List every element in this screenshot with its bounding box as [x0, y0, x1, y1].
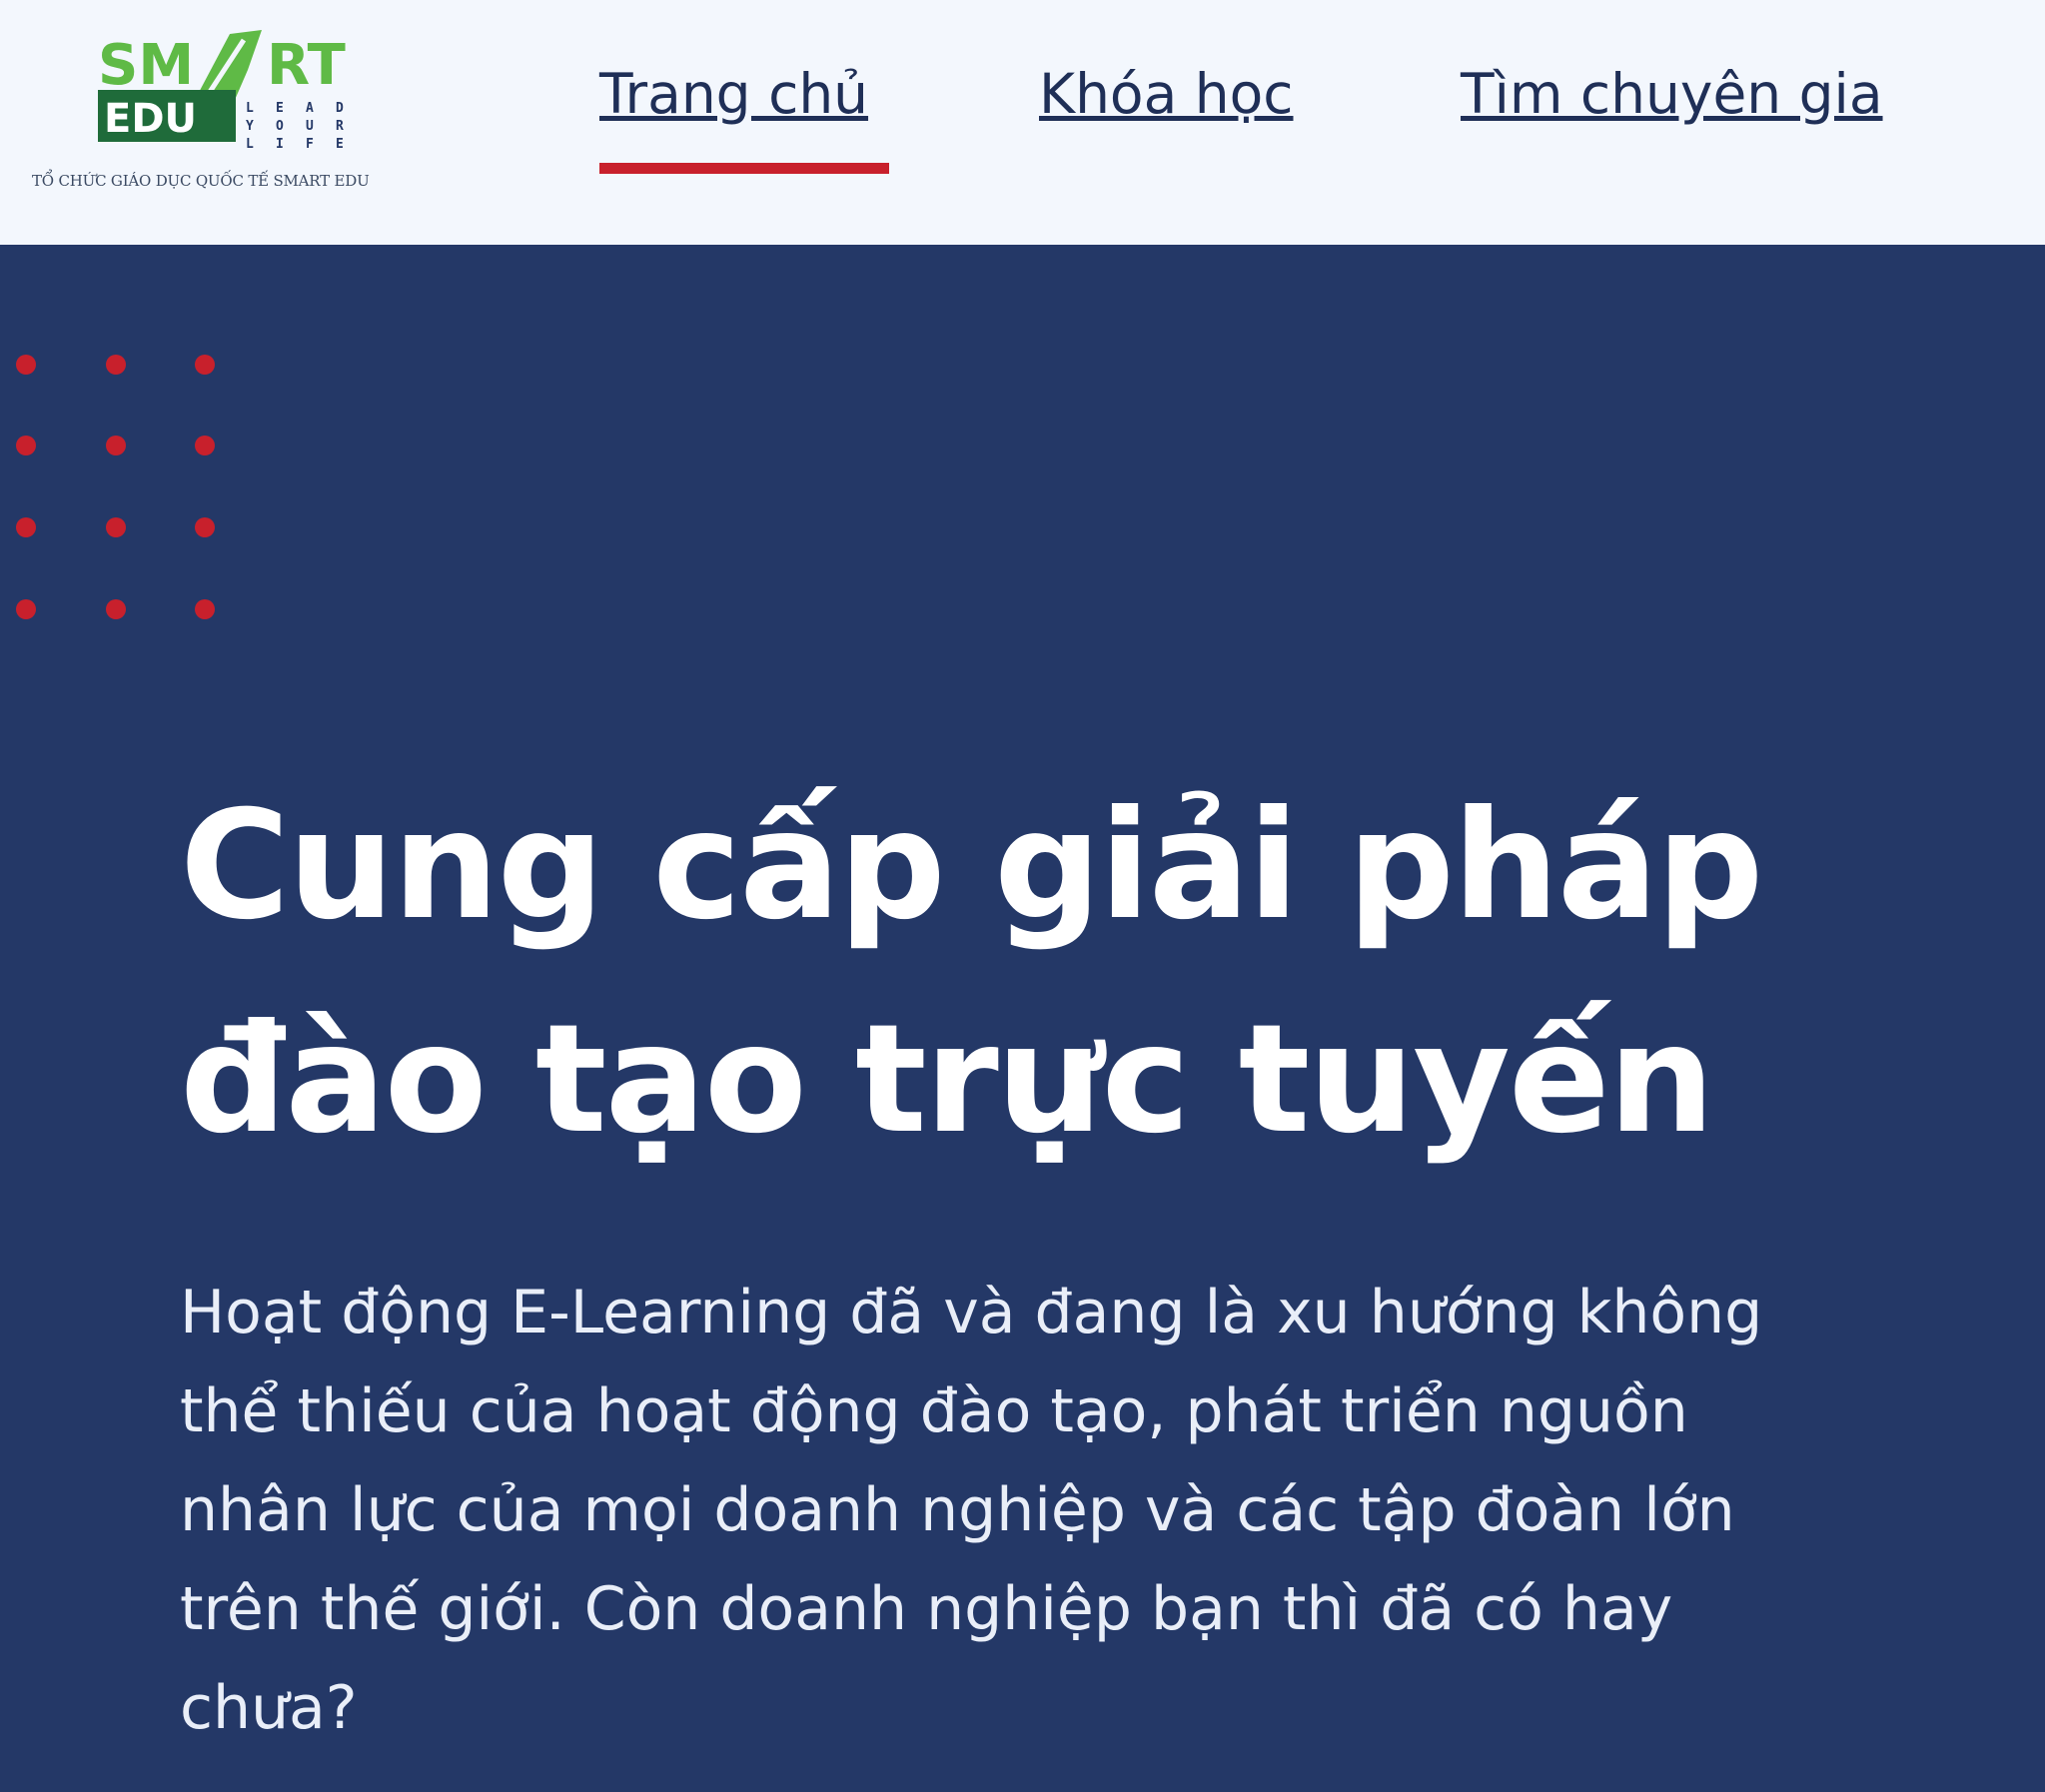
svg-text:O: O	[276, 119, 284, 134]
svg-text:L: L	[246, 101, 254, 116]
site-header: SM RT EDU L E A D Y O U R L I F E TỔ CHỨC GIÁO DỤ…	[0, 0, 2045, 245]
hero-title-line-2: đào tạo trực tuyến	[180, 993, 1714, 1167]
nav-item-find-experts[interactable]: Tìm chuyên gia	[1461, 62, 1883, 126]
decorative-dot	[106, 436, 126, 455]
nav-item-courses[interactable]: Khóa học	[1039, 62, 1294, 126]
decorative-dot	[195, 436, 215, 455]
hero-title-line-1: Cung cấp giải pháp	[180, 779, 1763, 953]
svg-text:E: E	[336, 137, 344, 152]
svg-text:Y: Y	[246, 119, 254, 134]
decorative-dot	[16, 599, 36, 619]
decorative-dot	[195, 599, 215, 619]
svg-text:L: L	[246, 137, 254, 152]
svg-text:EDU: EDU	[104, 96, 197, 142]
decorative-dot	[106, 517, 126, 537]
svg-text:F: F	[306, 137, 314, 152]
decorative-dot	[106, 355, 126, 375]
nav-active-indicator	[599, 163, 889, 174]
decorative-dot	[195, 517, 215, 537]
svg-text:I: I	[276, 137, 284, 152]
decorative-dot	[16, 355, 36, 375]
svg-text:R: R	[336, 119, 344, 134]
svg-text:U: U	[306, 119, 314, 134]
smart-edu-logo-mark: SM RT EDU L E A D Y O U R L I F E	[98, 30, 346, 152]
hero-description: Hoạt động E-Learning đã và đang là xu hư…	[180, 1278, 1763, 1743]
smart-edu-logo[interactable]: SM RT EDU L E A D Y O U R L I F E TỔ CHỨC GIÁO DỤ…	[30, 30, 410, 200]
svg-text:E: E	[276, 101, 284, 116]
decorative-dot	[16, 436, 36, 455]
decorative-dot	[16, 517, 36, 537]
decorative-dot	[195, 355, 215, 375]
decorative-dot	[106, 599, 126, 619]
svg-text:SM: SM	[98, 33, 194, 98]
hero-title: Cung cấp giải pháp đào tạo trực tuyến	[180, 759, 1938, 1187]
svg-text:A: A	[306, 101, 314, 116]
logo-caption: TỔ CHỨC GIÁO DỤC QUỐC TẾ SMART EDU	[32, 172, 370, 190]
svg-text:D: D	[336, 101, 344, 116]
nav-item-home[interactable]: Trang chủ	[599, 62, 868, 126]
svg-text:RT: RT	[267, 33, 346, 98]
